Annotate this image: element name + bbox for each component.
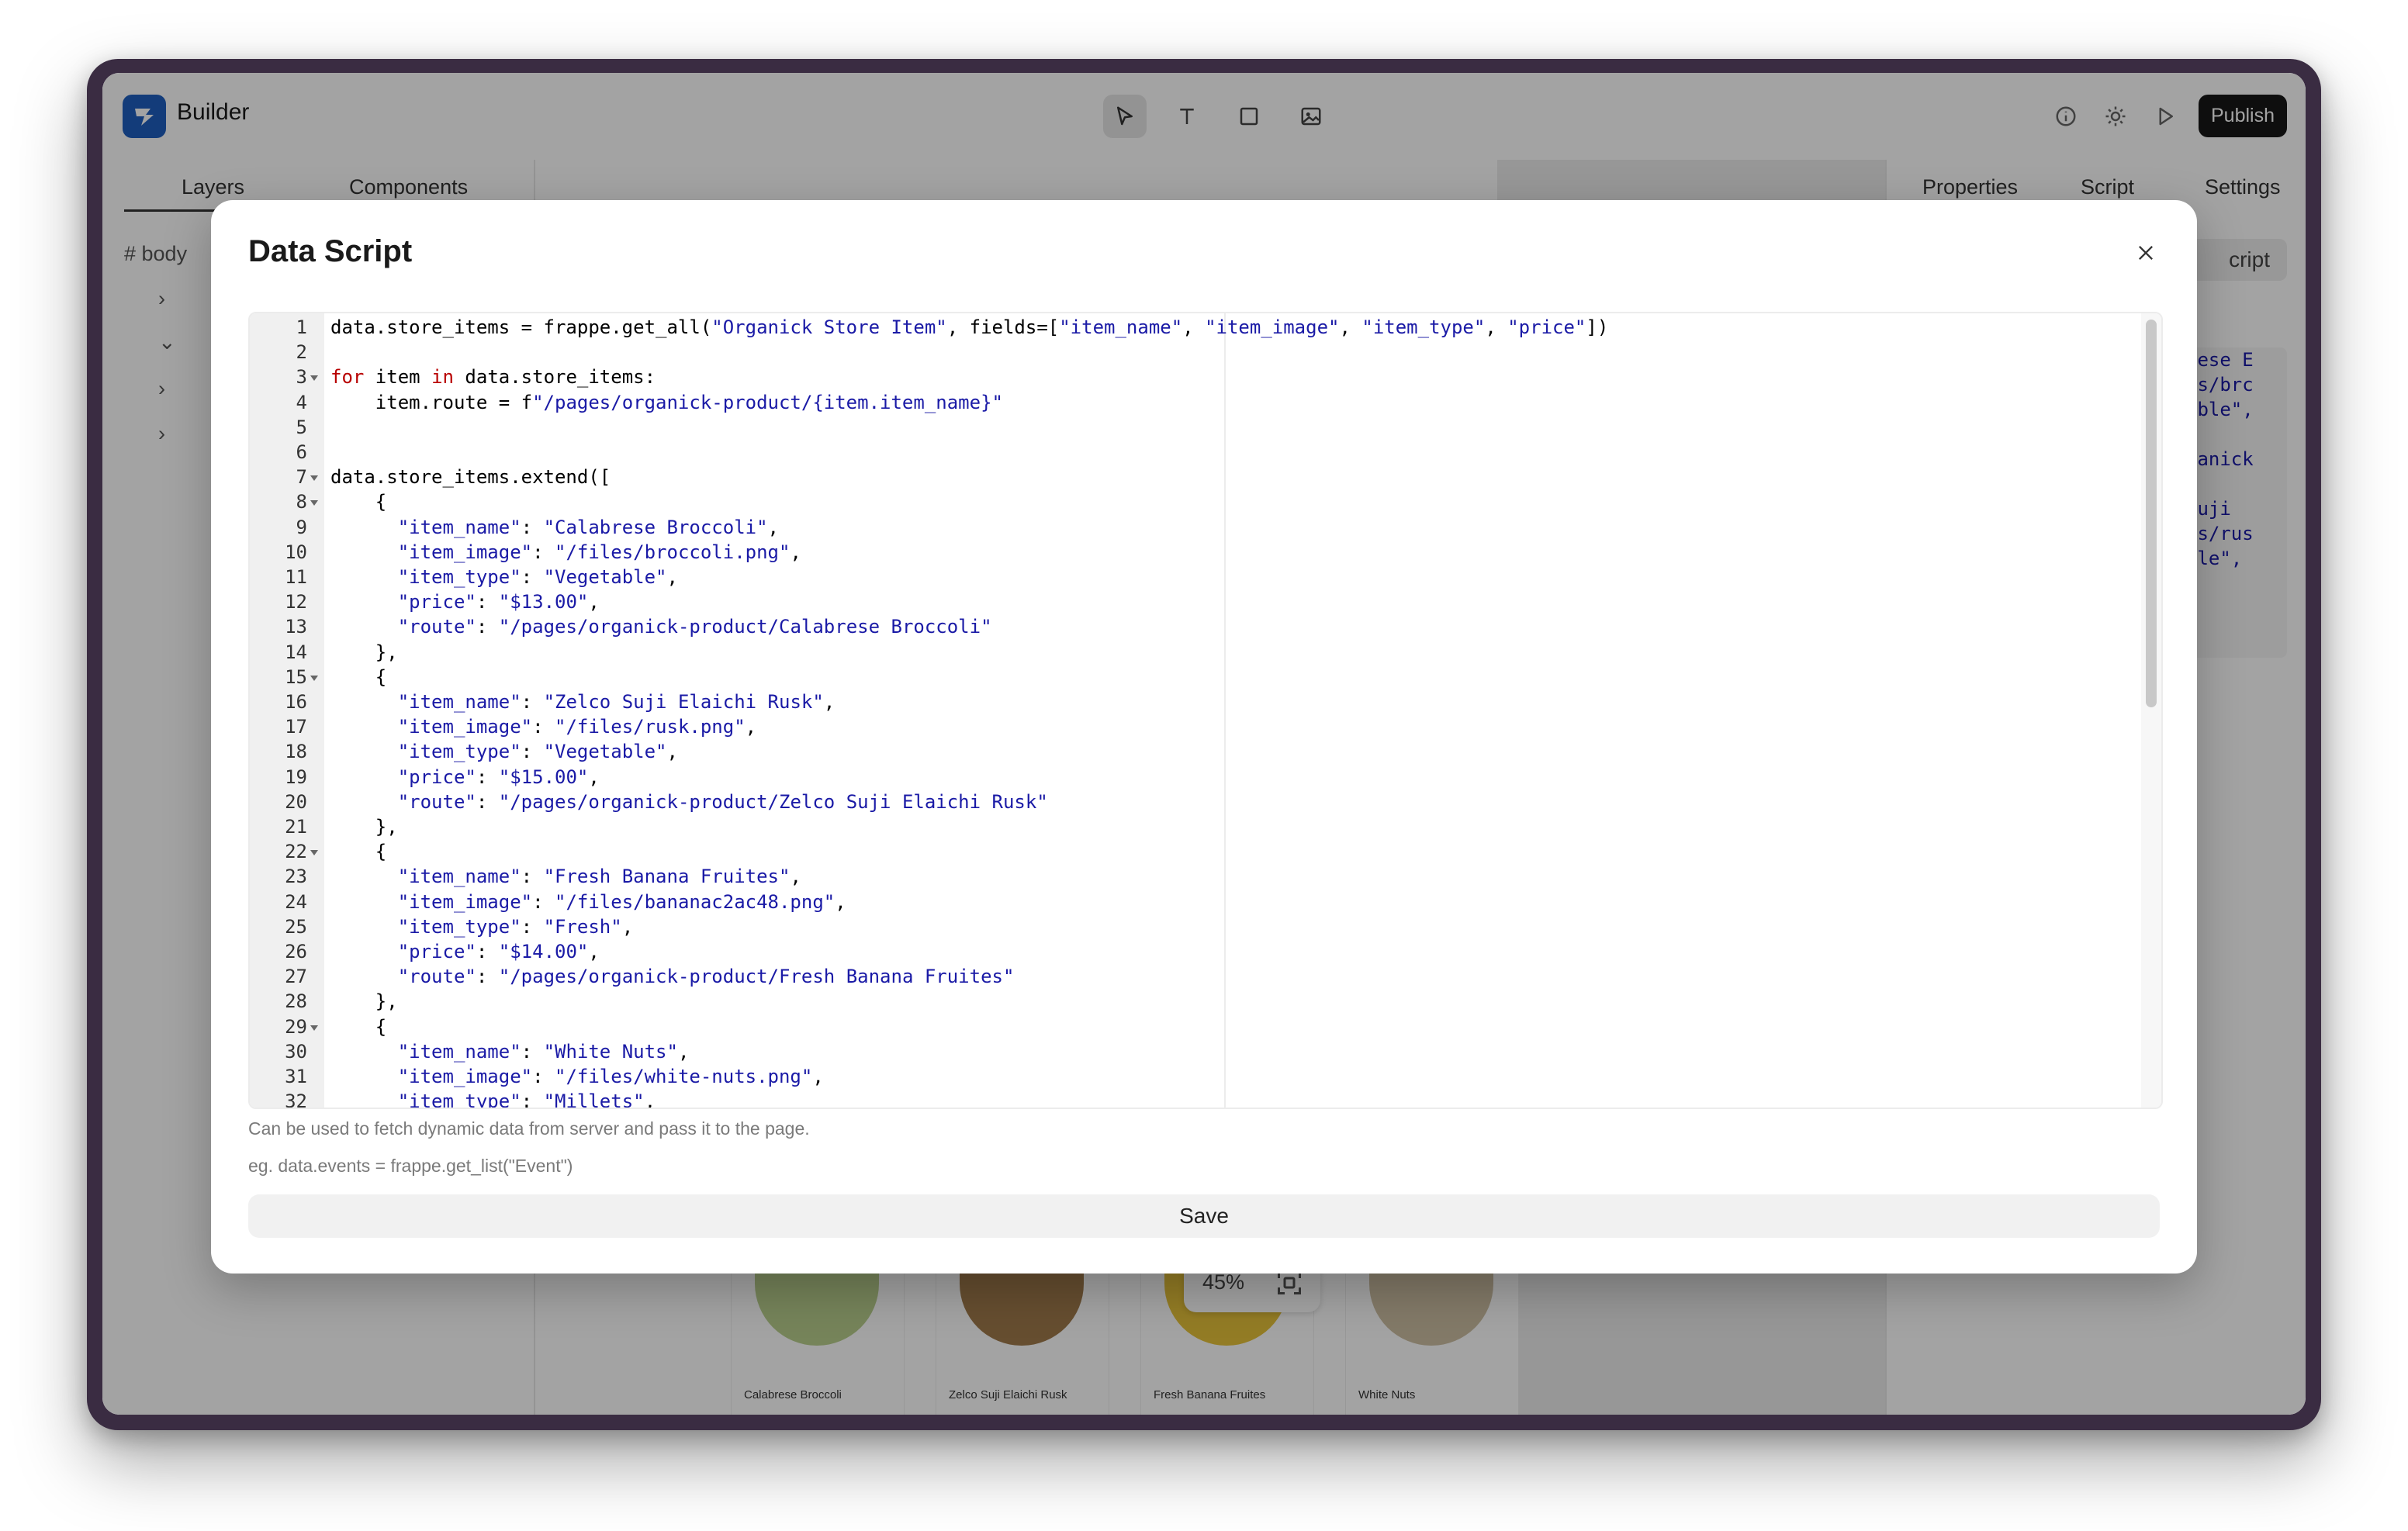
code-line: data.store_items = frappe.get_all("Organ… [330,316,1609,338]
code-line: data.store_items.extend([ [330,466,611,489]
code-line: }, [330,816,398,838]
line-number: 7 [296,466,307,489]
fold-toggle-icon[interactable] [310,375,318,382]
code-line: "route": "/pages/organick-product/Zelco … [397,790,1048,813]
line-number: 24 [285,890,307,913]
code-line: "item_name": "Calabrese Broccoli", [397,516,779,538]
code-line: }, [330,641,398,663]
code-line: "item_type": "Fresh", [397,915,634,938]
line-number: 2 [296,341,307,364]
code-line: "item_name": "Fresh Banana Fruites", [397,866,801,888]
line-number: 1 [296,316,307,338]
code-line: "item_image": "/files/broccoli.png", [397,541,801,563]
scrollbar-thumb[interactable] [2146,320,2157,707]
example-text: eg. data.events = frappe.get_list("Event… [248,1156,573,1176]
code-line: "item_image": "/files/rusk.png", [397,716,757,738]
code-line: "price": "$15.00", [397,766,600,788]
print-margin [1224,313,1226,1108]
help-text: Can be used to fetch dynamic data from s… [248,1118,810,1139]
line-number: 26 [285,941,307,962]
code-line: { [330,665,387,688]
code-line: { [330,841,387,863]
line-number: 16 [285,691,307,713]
line-number: 8 [296,491,307,513]
line-number: 6 [296,441,307,463]
code-line: "item_name": "Zelco Suji Elaichi Rusk", [397,691,836,713]
code-line: { [330,491,387,513]
fold-toggle-icon[interactable] [310,675,318,681]
line-number: 12 [285,591,307,613]
code-line: "route": "/pages/organick-product/Calabr… [397,616,992,638]
line-number: 5 [296,416,307,438]
line-number-gutter: 1 2 3 4 5 6 7 8 9 10 11 12 13 14 15 16 17 18 19 20 21 22 23 24 2… [250,313,324,1108]
editor-scrollbar[interactable] [2141,313,2161,1108]
line-number: 18 [285,741,307,763]
line-number: 11 [285,566,307,588]
code-line: "price": "$14.00", [397,941,600,962]
line-number: 9 [296,516,307,538]
line-number: 3 [296,366,307,389]
line-number: 15 [285,665,307,688]
line-number: 20 [285,790,307,813]
code-line: "item_image": "/files/bananac2ac48.png", [397,890,846,913]
line-number: 10 [285,541,307,563]
close-icon[interactable] [2130,237,2161,268]
code-line: "item_image": "/files/white-nuts.png", [397,1066,824,1087]
line-number: 31 [285,1066,307,1087]
line-number: 30 [285,1040,307,1063]
line-number: 21 [285,816,307,838]
line-number: 22 [285,841,307,863]
line-number: 13 [285,616,307,638]
dialog-title: Data Script [248,234,413,268]
line-number: 19 [285,766,307,788]
line-number: 32 [285,1090,307,1109]
code-line: "item_name": "White Nuts", [397,1040,690,1063]
fold-toggle-icon[interactable] [310,1025,318,1031]
save-button[interactable]: Save [248,1194,2160,1238]
line-number: 23 [285,866,307,888]
code-line: "item_type": "Vegetable", [397,741,678,763]
code-line: for item in data.store_items: [330,366,656,389]
line-number: 28 [285,990,307,1013]
line-number: 14 [285,641,307,663]
code-line: "item_type": "Millets", [397,1090,656,1109]
code-line: item.route = f"/pages/organick-product/{… [330,391,1003,413]
code-line: "price": "$13.00", [397,591,600,613]
code-line: }, [330,990,398,1013]
line-number: 29 [285,1015,307,1038]
line-number: 17 [285,716,307,738]
fold-toggle-icon[interactable] [310,475,318,482]
code-line: "item_type": "Vegetable", [397,566,678,588]
line-number: 25 [285,915,307,938]
code-line: { [330,1015,387,1038]
line-number: 27 [285,966,307,988]
fold-toggle-icon[interactable] [310,500,318,506]
line-number: 4 [296,391,307,413]
fold-toggle-icon[interactable] [310,850,318,856]
data-script-dialog: Data Script 1 2 3 4 5 6 7 8 9 10 11 12 13 14 15 16 17 18 1… [211,200,2197,1274]
code-line: "route": "/pages/organick-product/Fresh … [397,966,1015,988]
code-editor[interactable]: 1 2 3 4 5 6 7 8 9 10 11 12 13 14 15 16 17 18 19 20 21 22 23 24 2… [248,312,2163,1109]
